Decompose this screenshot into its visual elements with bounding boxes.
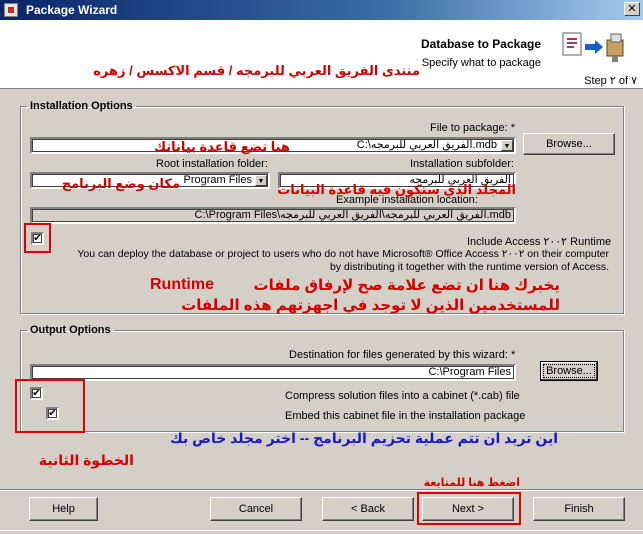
title-bar: Package Wizard ✕ — [0, 0, 643, 20]
output-options-legend: Output Options — [30, 324, 111, 336]
help-button[interactable]: Help — [29, 497, 98, 521]
runtime-annotation-text: يخبرك هنا ان تضع علامة صح لإرفاق ملفات — [253, 277, 560, 294]
example-location-display: C:\Program Files\الفريق العربي للبرمجه\ا… — [30, 207, 516, 224]
root-folder-value: Program Files — [183, 174, 252, 186]
close-button[interactable]: ✕ — [624, 2, 640, 16]
include-runtime-label: Include Access ٢٠٠٢ Runtime — [467, 236, 612, 248]
embed-cab-label: Embed this cabinet file in the installat… — [285, 410, 526, 422]
dropdown-arrow-icon[interactable]: ▼ — [255, 175, 267, 186]
destination-input[interactable]: C:\Program Files — [30, 364, 516, 381]
button-separator — [0, 489, 643, 491]
next-annotation: اضغط هنا للمتابعة — [423, 477, 520, 489]
runtime-description-line1: You can deploy the database or project t… — [77, 248, 609, 260]
runtime-description-line2: by distributing it together with the run… — [330, 261, 609, 273]
finish-button[interactable]: Finish — [533, 497, 625, 521]
window-bottom-edge — [0, 530, 643, 534]
step-annotation: الخطوة الثانية — [38, 452, 134, 468]
cancel-button[interactable]: Cancel — [210, 497, 302, 521]
installation-options-legend: Installation Options — [30, 100, 133, 112]
install-subfolder-label: Installation subfolder: — [410, 158, 514, 170]
back-button[interactable]: < Back — [322, 497, 414, 521]
header-title: Database to Package — [420, 37, 541, 51]
package-wizard-icon — [559, 30, 629, 66]
browse-file-button[interactable]: Browse... — [523, 133, 615, 155]
root-folder-label: Root installation folder: — [156, 158, 268, 170]
next-highlight-box — [417, 492, 521, 525]
header-subtitle: Specify what to package — [421, 57, 541, 69]
step-indicator: Step ٢ of ٧ — [584, 75, 637, 87]
runtime-annotation-line2: للمستخدمين الذين لا توجد في اجهزتهم هذه … — [181, 297, 560, 314]
dropdown-arrow-icon[interactable]: ▼ — [501, 140, 513, 151]
cab-highlight-box — [15, 379, 85, 433]
file-to-package-value: C:\الفريق العربي للبرمجه.mdb — [356, 139, 497, 151]
destination-label: Destination for files generated by this … — [289, 349, 516, 361]
cab-annotation: اين تريد ان تتم عملية تحزيم البرنامج -- … — [169, 430, 558, 446]
wizard-header: Database to Package Specify what to pack… — [0, 20, 643, 89]
root-annotation: مكان وضع البرنامج — [61, 176, 180, 191]
runtime-highlight-box — [24, 223, 51, 253]
subfolder-annotation: المجلد الذي ستكون فيه قاعدة البيانات — [277, 182, 516, 197]
runtime-annotation-word: Runtime — [150, 276, 214, 293]
app-icon — [4, 3, 18, 17]
file-annotation: هنا تضع قاعدة بياناتك — [154, 139, 290, 154]
compress-cab-label: Compress solution files into a cabinet (… — [285, 390, 520, 402]
window-title: Package Wizard — [26, 3, 118, 17]
browse-destination-button[interactable]: Browse... — [540, 361, 598, 381]
runtime-annotation-line1: يخبرك هنا ان تضع علامة صح لإرفاق ملفات — [250, 276, 560, 294]
forum-annotation: منتدى الفريق العربي للبرمجه / قسم الاكسس… — [93, 63, 420, 78]
file-to-package-label: File to package: * — [430, 122, 515, 134]
